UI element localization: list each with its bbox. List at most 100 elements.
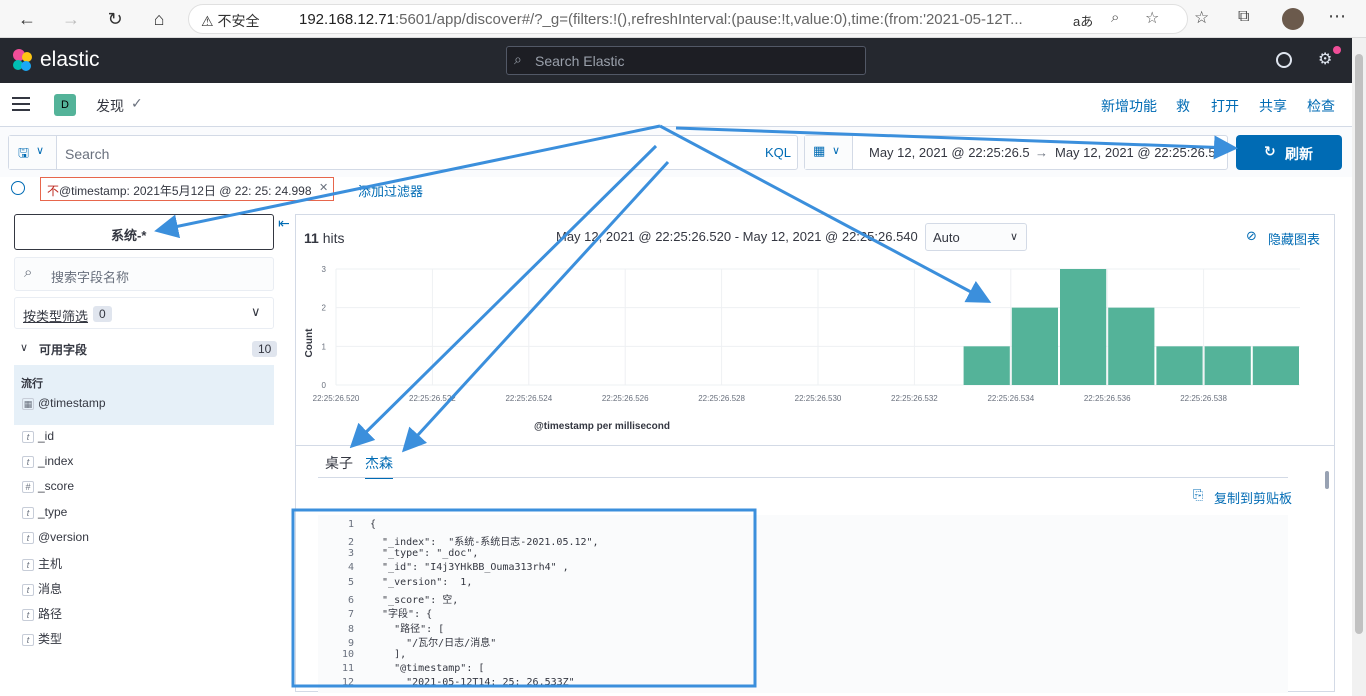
field-item[interactable]: t 主机 (22, 555, 62, 575)
query-search-input[interactable]: 🖫 ∨ Search KQL (8, 135, 798, 170)
y-tick-label: 2 (322, 304, 327, 313)
translate-icon[interactable]: aあ (1073, 11, 1093, 30)
x-tick-label: 22:25:26.528 (698, 394, 745, 403)
line-number: 6 (347, 595, 354, 606)
page-scrollbar[interactable] (1352, 38, 1366, 696)
popular-field-timestamp[interactable]: ▦ @timestamp (22, 395, 106, 410)
kql-toggle[interactable]: KQL (765, 145, 791, 160)
field-item[interactable]: # _score (22, 479, 74, 499)
address-bar[interactable]: ⚠ 不安全 192.168.12.71:5601/app/discover#/?… (188, 4, 1188, 34)
copy-to-clipboard-button[interactable]: 复制到剪贴板 (1214, 488, 1292, 507)
code-text: "_version": 1, (370, 576, 473, 588)
security-warning[interactable]: ⚠ 不安全 (201, 11, 259, 31)
global-search-input[interactable]: ⌕ Search Elastic (506, 46, 866, 75)
field-item[interactable]: t 类型 (22, 630, 62, 650)
histogram-bar (1060, 269, 1107, 385)
zoom-icon[interactable]: ⌕ (1111, 9, 1119, 26)
inspect-button[interactable]: 检查 (1307, 96, 1335, 116)
tab-json[interactable]: 杰森 (365, 453, 393, 479)
close-icon[interactable]: ✕ (319, 181, 328, 194)
filter-menu-icon[interactable] (11, 181, 25, 195)
string-type-icon: t (22, 558, 34, 571)
field-name: @version (38, 530, 89, 544)
x-tick-label: 22:25:26.524 (505, 394, 552, 403)
search-icon: ⌕ (514, 51, 522, 67)
x-tick-label: 22:25:26.534 (987, 394, 1034, 403)
available-fields-count: 10 (252, 341, 278, 357)
reload-icon[interactable]: ↻ (102, 6, 128, 32)
chart-grid (335, 268, 1300, 386)
filter-pill[interactable]: 不 @timestamp: 2021年5月12日 @ 22: 25: 24.99… (40, 177, 334, 201)
string-type-icon: t (22, 583, 34, 596)
refresh-label: 刷新 (1285, 146, 1313, 162)
more-menu-icon[interactable]: ⋯ (1328, 6, 1346, 27)
popular-label: 流行 (21, 378, 43, 390)
add-filter-button[interactable]: 添加过滤器 (358, 181, 423, 200)
save-button[interactable]: 救 (1176, 96, 1190, 116)
histogram-bar (963, 346, 1010, 385)
filter-negation: 不 (47, 184, 60, 198)
available-fields-label[interactable]: 可用字段 (39, 341, 87, 358)
help-icon[interactable] (1276, 52, 1292, 68)
collections-icon[interactable]: ⧉ (1238, 8, 1249, 26)
field-name: _id (38, 429, 55, 443)
profile-avatar[interactable] (1282, 8, 1304, 30)
favorite-add-icon[interactable]: ☆ (1145, 8, 1159, 28)
forward-icon[interactable]: → (58, 6, 84, 32)
refresh-button[interactable]: ↻ 刷新 (1236, 135, 1342, 170)
field-name: 主机 (38, 557, 63, 571)
date-picker[interactable]: ▦ ∨ May 12, 2021 @ 22:25:26.5 → May 12, … (804, 135, 1228, 170)
json-viewer[interactable]: 1{2 "_index": "系统-系统日志-2021.05.12", 3 "_t… (318, 515, 1288, 693)
search-icon: ⌕ (24, 264, 33, 281)
security-label: 不安全 (217, 13, 260, 29)
field-item[interactable]: t @version (22, 530, 89, 550)
x-axis-label: @timestamp per millisecond (534, 421, 670, 432)
code-text: "_score": 空, (370, 595, 459, 606)
save-icon: 🖫 (18, 145, 30, 160)
elastic-logo-icon[interactable] (10, 48, 34, 72)
code-text: "_index": "系统-系统日志-2021.05.12", (370, 537, 599, 549)
field-item[interactable]: t _index (22, 454, 73, 474)
type-filter-label: 按类型筛选 (23, 309, 89, 324)
chevron-down-icon: ∨ (832, 145, 841, 157)
field-item[interactable]: t 路径 (22, 605, 62, 625)
index-pattern-button[interactable]: 系统-* ∨ (14, 214, 274, 250)
page-scrollbar-thumb[interactable] (1355, 54, 1363, 634)
field-search-input[interactable]: ⌕ 搜索字段名称 (14, 257, 274, 291)
url-rest: :5601/app/discover#/?_g=(filters:!(),ref… (394, 11, 1023, 28)
date-end[interactable]: May 12, 2021 @ 22:25:26.5 (1055, 145, 1216, 160)
field-name: 消息 (38, 582, 63, 596)
space-avatar[interactable]: D (54, 94, 76, 116)
menu-icon[interactable] (12, 97, 30, 111)
line-number: 11 (341, 663, 354, 674)
calendar-icon: ▦ (813, 143, 826, 158)
tab-table[interactable]: 桌子 (325, 453, 353, 473)
breadcrumb-bar: D 发现 ✓ 新增功能 救 打开 共享 检查 (0, 83, 1352, 127)
logo-text[interactable]: elastic (40, 48, 100, 72)
chevron-down-icon[interactable]: ∨ (20, 341, 28, 354)
field-item[interactable]: t 消息 (22, 580, 62, 600)
code-line: 4 "_id": "I4j3YHkBB_Ouma313rh4" , (318, 562, 1288, 576)
url-text[interactable]: 192.168.12.71:5601/app/discover#/?_g=(fi… (299, 11, 1059, 28)
field-name: _type (38, 505, 68, 519)
newsfeed-icon[interactable]: ⚙ (1318, 49, 1332, 69)
copy-icon[interactable]: ⎘ (1193, 487, 1203, 503)
collapse-sidebar-icon[interactable]: ⇤ (278, 215, 290, 232)
field-item[interactable]: t _type (22, 505, 67, 525)
type-filter-button[interactable]: 按类型筛选 0 ∨ (14, 297, 274, 329)
favorites-icon[interactable]: ☆ (1194, 8, 1209, 28)
breadcrumb-app[interactable]: 发现 (96, 96, 124, 116)
home-icon[interactable]: ⌂ (146, 6, 172, 32)
new-button[interactable]: 新增功能 (1101, 96, 1157, 116)
code-text: "_type": "_doc", (370, 547, 479, 559)
back-icon[interactable]: ← (14, 6, 40, 32)
scrollbar-thumb[interactable] (1325, 471, 1329, 489)
line-number: 7 (347, 609, 354, 621)
share-button[interactable]: 共享 (1259, 96, 1287, 116)
quick-select-button[interactable]: ▦ ∨ (805, 136, 853, 169)
date-start[interactable]: May 12, 2021 @ 22:25:26.5 (869, 145, 1030, 160)
open-button[interactable]: 打开 (1211, 96, 1239, 116)
saved-query-button[interactable]: 🖫 ∨ (9, 136, 57, 169)
field-item[interactable]: t _id (22, 429, 54, 449)
field-name: @timestamp (38, 396, 106, 410)
